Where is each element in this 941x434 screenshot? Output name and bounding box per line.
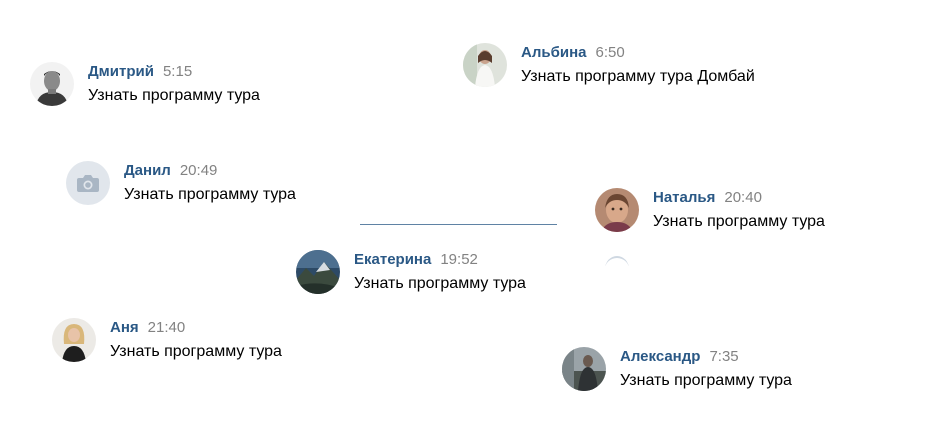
message-text: Узнать программу тура Домбай — [521, 68, 755, 85]
message-item[interactable]: Екатерина 19:52 Узнать программу тура — [296, 250, 526, 294]
message-time: 6:50 — [595, 44, 625, 61]
message-time: 19:52 — [440, 251, 478, 268]
partial-avatar-edge — [605, 256, 631, 266]
camera-placeholder-icon — [66, 161, 110, 205]
avatar-photo — [296, 250, 340, 294]
message-time: 21:40 — [147, 319, 186, 336]
message-item[interactable]: Дмитрий 5:15 Узнать программу тура — [30, 62, 260, 106]
message-time: 20:49 — [179, 162, 218, 179]
sender-name[interactable]: Наталья — [653, 189, 715, 206]
message-time: 7:35 — [709, 348, 739, 365]
message-item[interactable]: Александр 7:35 Узнать программу тура — [562, 347, 792, 391]
avatar-photo — [463, 43, 507, 87]
avatar[interactable] — [595, 188, 639, 232]
avatar[interactable] — [66, 161, 110, 205]
sender-name[interactable]: Аня — [110, 319, 139, 336]
message-text: Узнать программу тура — [653, 213, 825, 230]
message-time: 5:15 — [162, 63, 193, 80]
divider-line — [360, 224, 557, 225]
avatar[interactable] — [296, 250, 340, 294]
avatar[interactable] — [562, 347, 606, 391]
sender-name[interactable]: Екатерина — [354, 251, 431, 268]
avatar-photo — [595, 188, 639, 232]
avatar[interactable] — [52, 318, 96, 362]
message-text: Узнать программу тура — [620, 372, 792, 389]
message-item[interactable]: Аня 21:40 Узнать программу тура — [52, 318, 282, 362]
message-item[interactable]: Наталья 20:40 Узнать программу тура — [595, 188, 825, 232]
avatar-photo — [52, 318, 96, 362]
avatar-photo — [562, 347, 606, 391]
sender-name[interactable]: Альбина — [521, 44, 586, 61]
message-text: Узнать программу тура — [124, 186, 296, 203]
avatar[interactable] — [463, 43, 507, 87]
message-text: Узнать программу тура — [88, 87, 260, 104]
message-item[interactable]: Данил 20:49 Узнать программу тура — [66, 161, 296, 205]
avatar[interactable] — [30, 62, 74, 106]
message-item[interactable]: Альбина 6:50 Узнать программу тура Домба… — [463, 43, 755, 87]
sender-name[interactable]: Александр — [620, 348, 700, 365]
sender-name[interactable]: Дмитрий — [88, 63, 154, 80]
message-text: Узнать программу тура — [110, 343, 282, 360]
message-text: Узнать программу тура — [354, 275, 526, 292]
avatar-photo — [30, 62, 74, 106]
message-time: 20:40 — [724, 189, 762, 206]
sender-name[interactable]: Данил — [124, 162, 171, 179]
